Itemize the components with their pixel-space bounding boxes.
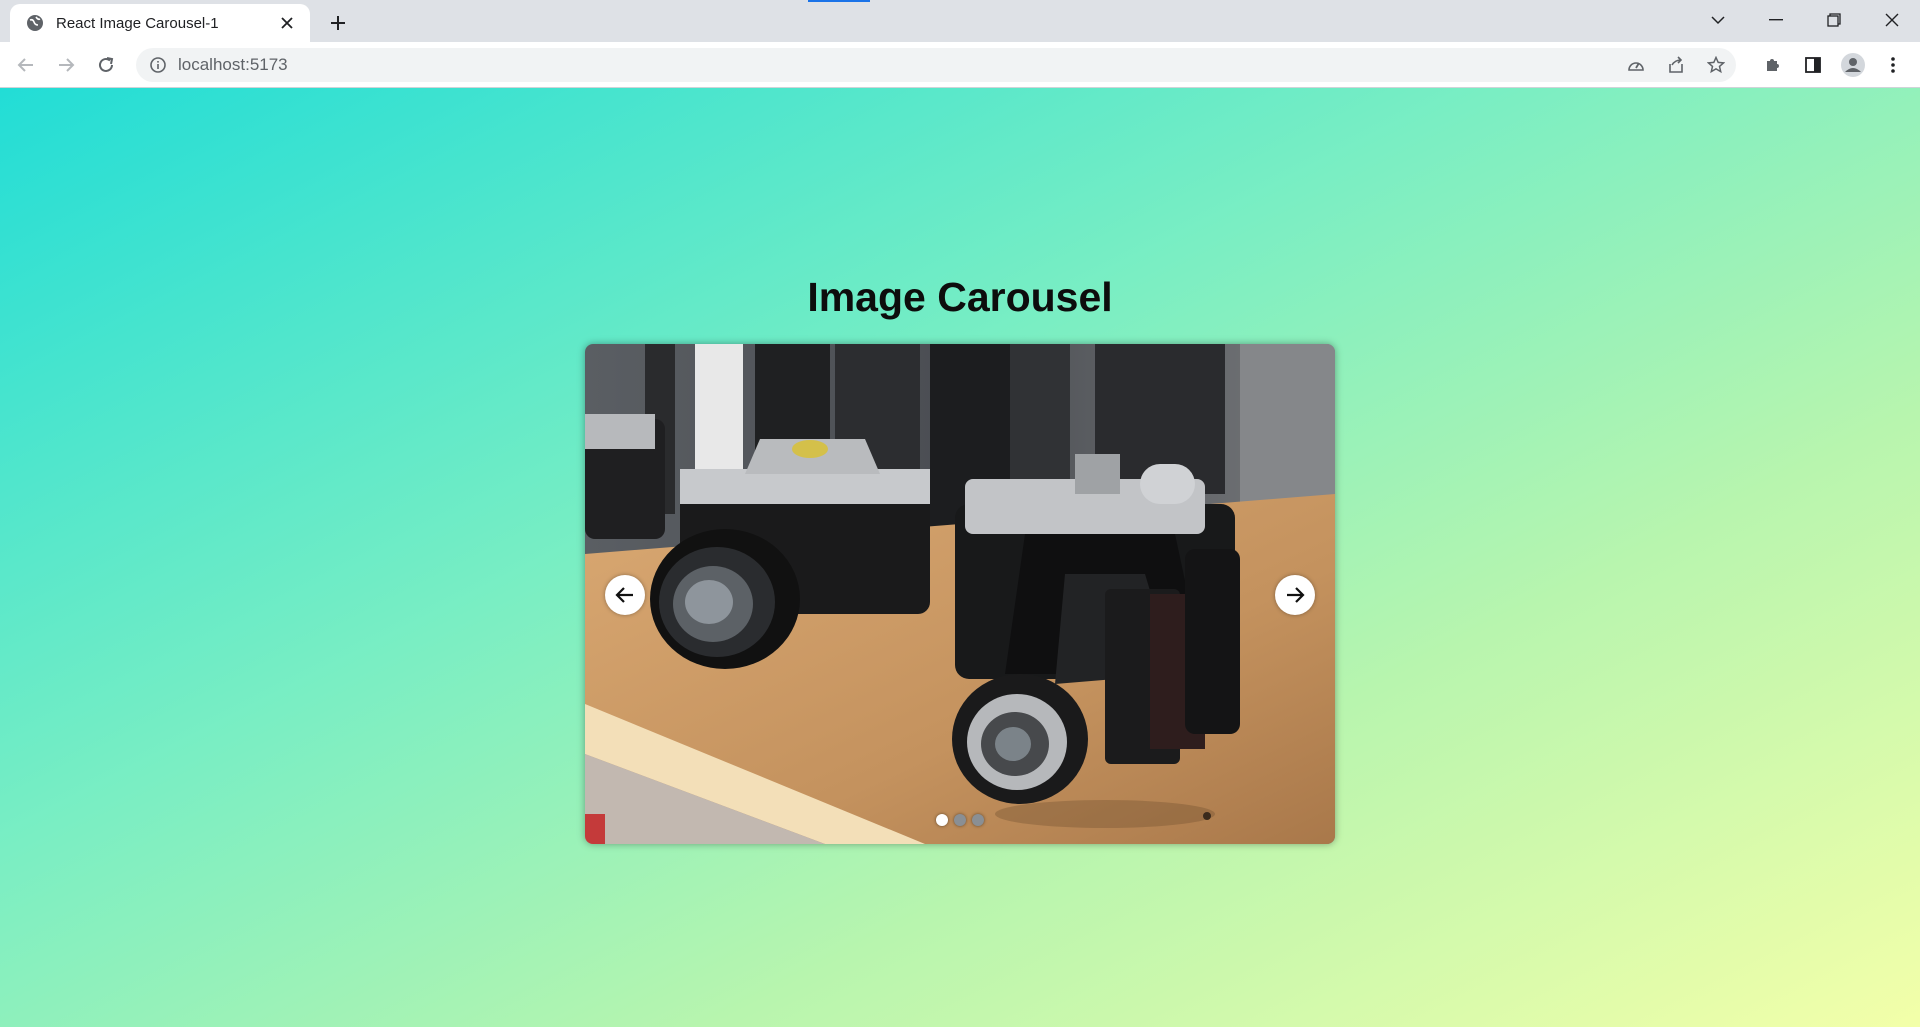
tab-active[interactable]: React Image Carousel-1 (10, 4, 310, 42)
slide-indicators (585, 814, 1335, 826)
minimize-button[interactable] (1748, 0, 1804, 40)
carousel-image (585, 344, 1335, 844)
slide-indicator-dot[interactable] (936, 814, 948, 826)
star-icon[interactable] (1696, 48, 1736, 82)
kebab-menu-icon[interactable] (1876, 49, 1910, 81)
speedometer-icon[interactable] (1616, 48, 1656, 82)
next-slide-button[interactable] (1275, 575, 1315, 615)
address-bar[interactable]: localhost:5173 (136, 48, 1736, 82)
browser-toolbar: localhost:5173 (0, 42, 1920, 88)
url-text: localhost:5173 (178, 55, 288, 74)
arrow-right-icon (1287, 587, 1305, 603)
arrow-left-icon (615, 587, 633, 603)
back-button[interactable] (10, 49, 42, 81)
info-icon[interactable] (148, 55, 168, 75)
reload-button[interactable] (90, 49, 122, 81)
forward-button[interactable] (50, 49, 82, 81)
page-viewport: Image Carousel (0, 88, 1920, 1027)
slide-indicator-dot[interactable] (972, 814, 984, 826)
omnibox-actions (1616, 48, 1736, 82)
window-close-button[interactable] (1864, 0, 1920, 40)
new-tab-button[interactable] (324, 9, 352, 37)
slide-indicator-dot[interactable] (954, 814, 966, 826)
puzzle-icon[interactable] (1756, 49, 1790, 81)
tab-title: React Image Carousel-1 (56, 14, 219, 32)
tab-drag-indicator (808, 0, 870, 2)
page-title: Image Carousel (807, 274, 1113, 320)
profile-icon[interactable] (1836, 49, 1870, 81)
close-icon[interactable] (276, 12, 298, 34)
prev-slide-button[interactable] (605, 575, 645, 615)
globe-icon (26, 14, 44, 32)
share-icon[interactable] (1656, 48, 1696, 82)
side-panel-icon[interactable] (1796, 49, 1830, 81)
tab-strip: React Image Carousel-1 (0, 0, 1920, 42)
tab-search-button[interactable] (1690, 0, 1746, 40)
image-carousel (585, 344, 1335, 844)
restore-button[interactable] (1806, 0, 1862, 40)
